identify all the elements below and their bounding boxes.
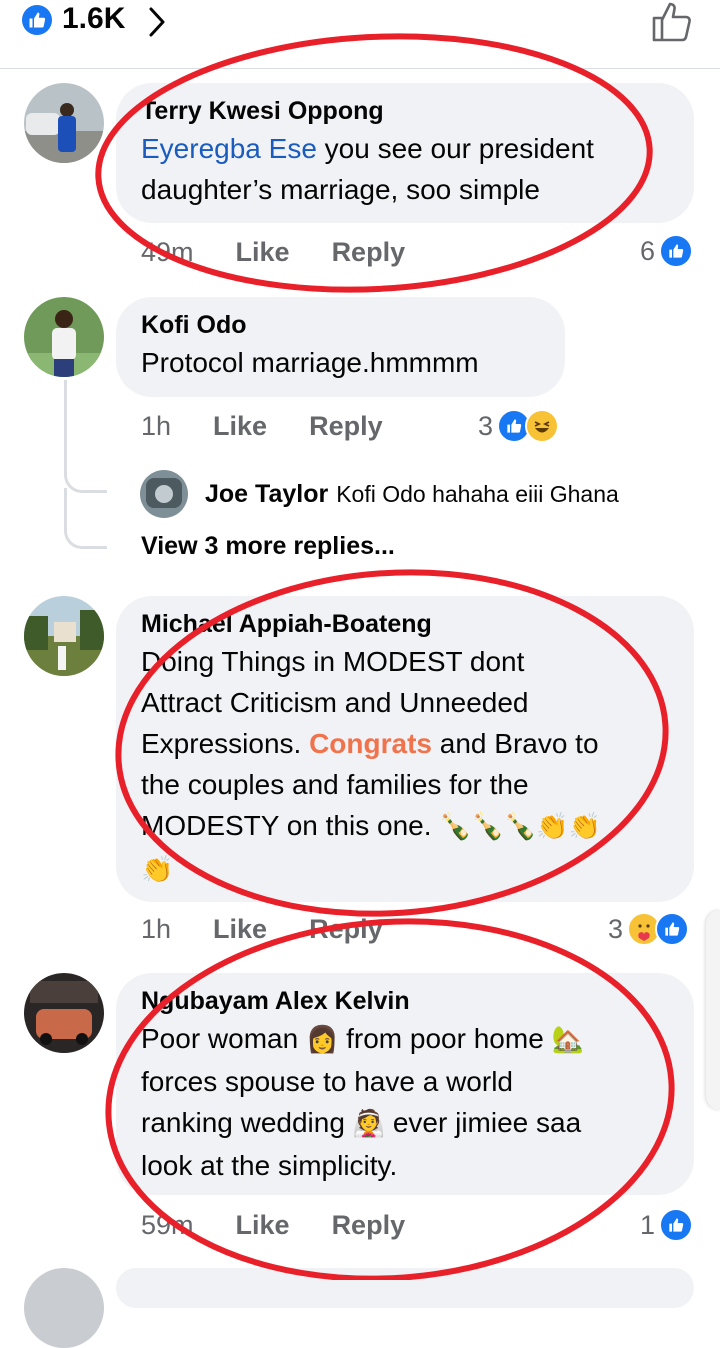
comment-actions: 1h Like Reply (141, 914, 425, 945)
comment-reactions[interactable]: 3 (608, 912, 690, 946)
comment-text: Poor woman 👩 from poor home 🏡 forces spo… (141, 1023, 584, 1181)
comment-author[interactable]: Kofi Odo (141, 311, 541, 340)
reaction-count[interactable]: 1.6K (62, 2, 125, 36)
comment-bubble[interactable] (116, 1268, 694, 1308)
like-icon (22, 5, 52, 35)
thumbs-up-outline-icon[interactable] (650, 0, 694, 44)
comment-bubble[interactable]: Kofi Odo Protocol marriage.hmmmm (116, 297, 565, 397)
avatar[interactable] (24, 1268, 104, 1348)
like-button[interactable]: Like (236, 237, 290, 268)
comment-actions: 49m Like Reply (141, 237, 447, 268)
comment-reactions[interactable]: 1 (640, 1208, 694, 1242)
emoji: 🍾🍾🍾👏👏 (439, 812, 602, 842)
avatar[interactable] (24, 973, 104, 1053)
comment-author[interactable]: Michael Appiah-Boateng (141, 610, 670, 639)
comment-reactions[interactable]: 6 (640, 234, 694, 268)
comment-time[interactable]: 49m (141, 237, 194, 268)
like-icon (659, 234, 694, 268)
comment-text: Doing Things in MODEST dont Attract Crit… (141, 646, 602, 885)
like-button[interactable]: Like (213, 411, 267, 442)
reply-text: Kofi Odo hahaha eiii Ghana (336, 480, 619, 507)
thread-line (64, 488, 107, 549)
comment-time[interactable]: 59m (141, 1210, 194, 1241)
reply-button[interactable]: Reply (309, 411, 383, 442)
comment-bubble[interactable]: Terry Kwesi Oppong Eyeregba Ese you see … (116, 83, 694, 223)
comment-time[interactable]: 1h (141, 411, 171, 442)
comment-time[interactable]: 1h (141, 914, 171, 945)
haha-icon (525, 409, 560, 443)
emoji: 👏 (141, 855, 174, 885)
comment-actions: 59m Like Reply (141, 1210, 447, 1241)
comment-text: Eyeregba Ese you see our president daught… (141, 133, 594, 205)
emoji: 👰 (352, 1109, 386, 1139)
comment-text: Protocol marriage.hmmmm (141, 347, 479, 378)
emoji: 👩 (305, 1025, 339, 1055)
reply-item[interactable]: Joe Taylor Kofi Odo hahaha eiii Ghana (140, 470, 619, 518)
like-button[interactable]: Like (213, 914, 267, 945)
avatar[interactable] (24, 596, 104, 676)
highlighted-text: Congrats (309, 728, 432, 759)
like-icon (655, 912, 690, 946)
avatar[interactable] (140, 470, 188, 518)
scrollbar[interactable] (706, 910, 720, 1110)
mention-link[interactable]: Eyeregba Ese (141, 133, 317, 164)
comment-author[interactable]: Ngubayam Alex Kelvin (141, 987, 670, 1016)
comment-bubble[interactable]: Ngubayam Alex Kelvin Poor woman 👩 from p… (116, 973, 694, 1195)
emoji: 🏡 (551, 1025, 584, 1055)
reply-button[interactable]: Reply (332, 1210, 406, 1241)
reactions-header: 1.6K (0, 0, 720, 69)
comment-author[interactable]: Terry Kwesi Oppong (141, 97, 670, 126)
like-icon (659, 1208, 694, 1242)
thread-line (64, 380, 107, 493)
reply-author[interactable]: Joe Taylor (205, 480, 328, 509)
chevron-right-icon[interactable] (146, 6, 168, 38)
comment-bubble[interactable]: Michael Appiah-Boateng Doing Things in M… (116, 596, 694, 902)
comment-actions: 1h Like Reply (141, 411, 425, 442)
comment-reactions[interactable]: 3 (478, 409, 560, 443)
avatar[interactable] (24, 297, 104, 377)
reply-button[interactable]: Reply (309, 914, 383, 945)
avatar[interactable] (24, 83, 104, 163)
like-button[interactable]: Like (236, 1210, 290, 1241)
reply-button[interactable]: Reply (332, 237, 406, 268)
view-more-replies-link[interactable]: View 3 more replies... (141, 532, 395, 561)
